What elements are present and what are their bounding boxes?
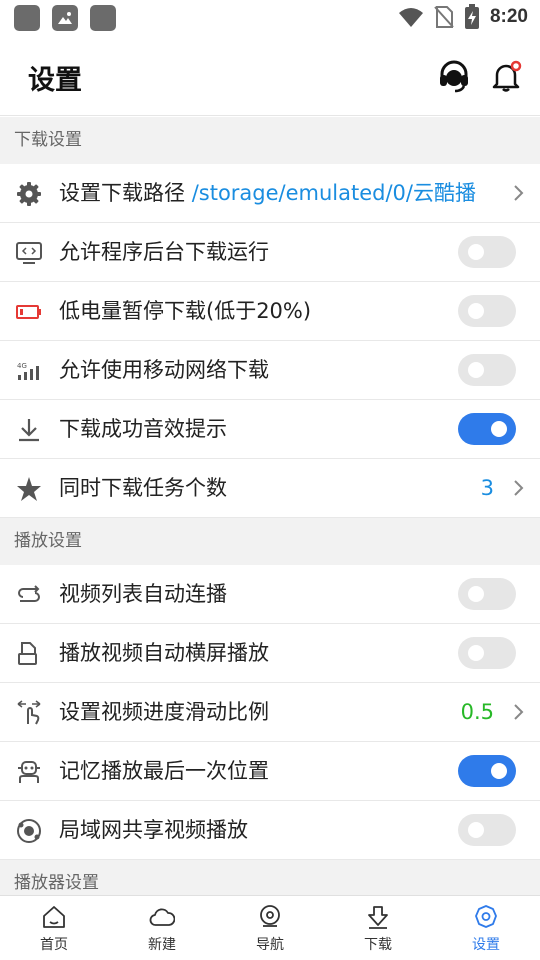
page-title: 设置 — [28, 65, 82, 96]
notification-app-icon — [90, 5, 116, 31]
star-icon — [17, 477, 41, 501]
nav-label: 首页 — [40, 937, 68, 953]
autoplay-list-toggle[interactable] — [458, 578, 516, 610]
auto-landscape-toggle[interactable] — [458, 637, 516, 669]
notification-bell-icon[interactable] — [488, 58, 524, 94]
setting-download-path[interactable]: 设置下载路径 /storage/emulated/0/云酷播 — [0, 164, 540, 223]
setting-label: 设置下载路径 — [59, 181, 185, 205]
setting-label: 同时下载任务个数 — [59, 476, 227, 500]
setting-label: 视频列表自动连播 — [59, 582, 227, 606]
setting-label: 下载成功音效提示 — [59, 417, 227, 441]
setting-seek-ratio[interactable]: 设置视频进度滑动比例 0.5 — [0, 683, 540, 742]
customer-service-icon[interactable] — [436, 58, 472, 94]
task-count-value: 3 — [480, 476, 494, 500]
setting-label: 记忆播放最后一次位置 — [59, 759, 269, 783]
gear-icon — [17, 182, 41, 206]
setting-label: 低电量暂停下载(低于20%) — [59, 299, 312, 323]
mobile-network-toggle[interactable] — [458, 354, 516, 386]
status-time: 8:20 — [489, 6, 528, 27]
status-bar: 8:20 — [0, 0, 540, 36]
image-notification-icon — [52, 5, 78, 31]
setting-lan-share: 局域网共享视频播放 — [0, 801, 540, 860]
wifi-icon — [398, 8, 423, 27]
download-path-value: /storage/emulated/0/云酷播 — [191, 181, 476, 205]
screen-rotate-icon — [18, 642, 37, 665]
home-icon — [43, 906, 65, 928]
chevron-right-icon — [514, 185, 524, 201]
background-download-toggle[interactable] — [458, 236, 516, 268]
notification-app-icon — [14, 5, 40, 31]
nav-home[interactable]: 首页 — [0, 896, 108, 960]
setting-autoplay-list: 视频列表自动连播 — [0, 565, 540, 624]
remember-position-toggle[interactable] — [458, 755, 516, 787]
download-icon — [19, 419, 39, 442]
svg-text:4G: 4G — [17, 362, 27, 370]
nav-settings[interactable]: 设置 — [432, 896, 540, 960]
setting-remember-position: 记忆播放最后一次位置 — [0, 742, 540, 801]
low-battery-toggle[interactable] — [458, 295, 516, 327]
nav-new[interactable]: 新建 — [108, 896, 216, 960]
low-battery-icon — [16, 305, 41, 319]
no-sim-icon — [434, 6, 454, 28]
monitor-code-icon — [16, 242, 42, 264]
seek-ratio-value: 0.5 — [460, 700, 494, 724]
setting-mobile-network: 4G 允许使用移动网络下载 — [0, 341, 540, 400]
signal-4g-icon: 4G — [17, 362, 39, 380]
bottom-navigation: 首页 新建 导航 下载 设置 — [0, 895, 540, 960]
nav-navigation[interactable]: 导航 — [216, 896, 324, 960]
setting-background-download: 允许程序后台下载运行 — [0, 223, 540, 282]
nav-label: 新建 — [148, 937, 176, 953]
setting-success-sound: 下载成功音效提示 — [0, 400, 540, 459]
robot-icon — [18, 761, 40, 783]
touch-swipe-icon — [17, 700, 41, 725]
lan-share-toggle[interactable] — [458, 814, 516, 846]
setting-label: 设置视频进度滑动比例 — [59, 700, 269, 724]
setting-auto-landscape: 播放视频自动横屏播放 — [0, 624, 540, 683]
setting-label: 允许程序后台下载运行 — [59, 240, 269, 264]
app-bar: 设置 — [0, 36, 540, 116]
nav-label: 导航 — [256, 937, 284, 953]
setting-label: 播放视频自动横屏播放 — [59, 641, 269, 665]
success-sound-toggle[interactable] — [458, 413, 516, 445]
loop-icon — [18, 585, 40, 602]
settings-list: 下载设置 设置下载路径 /storage/emulated/0/云酷播 允许程序… — [0, 117, 540, 907]
section-header-download: 下载设置 — [0, 117, 540, 164]
gear-icon — [475, 905, 497, 928]
lan-share-icon — [17, 819, 41, 843]
chevron-right-icon — [514, 704, 524, 720]
setting-low-battery-pause: 低电量暂停下载(低于20%) — [0, 282, 540, 341]
setting-label: 局域网共享视频播放 — [59, 818, 248, 842]
download-icon — [368, 906, 388, 929]
settings-screen: 8:20 设置 下载设置 设置下载路径 /storage/emulated/0/… — [0, 0, 540, 960]
battery-charging-icon — [464, 4, 479, 29]
compass-icon — [260, 905, 280, 927]
section-header-playback: 播放设置 — [0, 518, 540, 565]
nav-download[interactable]: 下载 — [324, 896, 432, 960]
nav-label: 下载 — [364, 937, 392, 953]
cloud-icon — [149, 908, 175, 926]
setting-label: 允许使用移动网络下载 — [59, 358, 269, 382]
chevron-right-icon — [514, 480, 524, 496]
nav-label: 设置 — [472, 937, 500, 953]
setting-concurrent-tasks[interactable]: 同时下载任务个数 3 — [0, 459, 540, 518]
